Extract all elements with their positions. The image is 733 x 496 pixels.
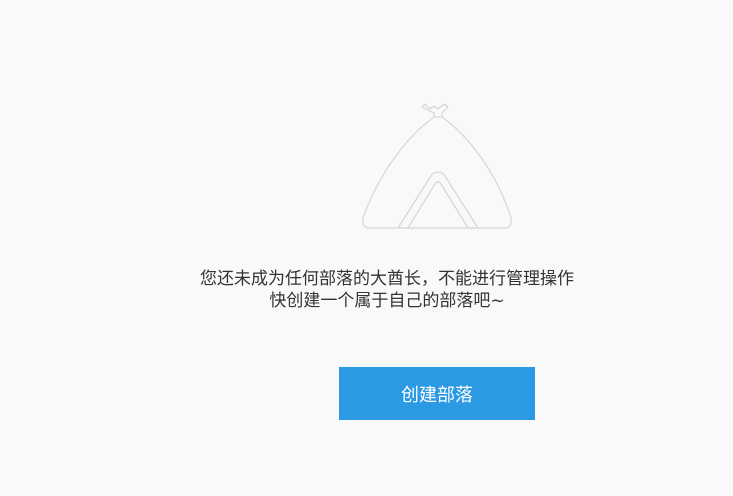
empty-state-message: 您还未成为任何部落的大酋长，不能进行管理操作 快创建一个属于自己的部落吧~	[0, 268, 733, 312]
empty-state-panel: 您还未成为任何部落的大酋长，不能进行管理操作 快创建一个属于自己的部落吧~ 创建…	[0, 0, 733, 496]
message-line-1: 您还未成为任何部落的大酋长，不能进行管理操作	[200, 269, 574, 289]
create-tribe-button[interactable]: 创建部落	[339, 367, 535, 420]
message-line-2: 快创建一个属于自己的部落吧~	[269, 291, 505, 311]
tent-icon	[362, 103, 512, 229]
